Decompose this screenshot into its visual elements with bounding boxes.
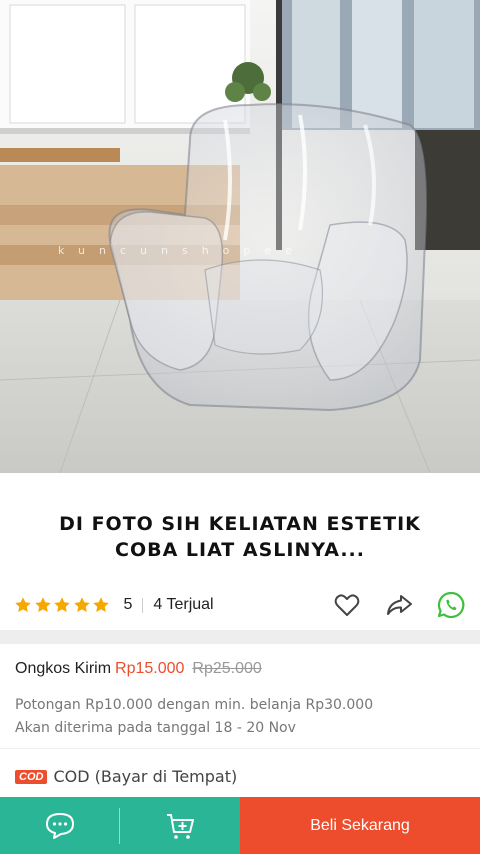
cod-badge: COD bbox=[15, 769, 48, 784]
watermark-text: kuncunshopee bbox=[58, 244, 306, 257]
product-photo-illustration bbox=[0, 0, 480, 473]
caption-line-2: COBA LIAT ASLINYA... bbox=[115, 539, 365, 561]
shipping-price: Rp15.000 bbox=[115, 660, 185, 677]
rating-stars bbox=[14, 596, 112, 614]
rating-value: 5 bbox=[123, 596, 133, 613]
star-icon bbox=[73, 597, 90, 613]
bottom-action-bar: Beli Sekarang bbox=[0, 797, 480, 854]
caption-line-1: DI FOTO SIH KELIATAN ESTETIK bbox=[59, 513, 421, 535]
rating-divider bbox=[142, 597, 144, 613]
chat-button[interactable] bbox=[0, 797, 119, 854]
shipping-old-price: Rp25.000 bbox=[192, 660, 262, 677]
shipping-section[interactable]: Ongkos Kirim Rp15.000 Rp25.000 Potongan Rp… bbox=[0, 644, 480, 748]
product-actions bbox=[332, 590, 466, 620]
star-icon bbox=[15, 597, 31, 613]
meme-caption: DI FOTO SIH KELIATAN ESTETIK COBA LIAT A… bbox=[0, 473, 480, 580]
star-icon bbox=[54, 597, 70, 613]
star-icon bbox=[34, 597, 51, 613]
divider bbox=[0, 748, 480, 749]
chat-icon bbox=[45, 812, 74, 839]
whatsapp-icon[interactable] bbox=[436, 590, 466, 620]
heart-icon[interactable] bbox=[332, 590, 362, 620]
shipping-title: Ongkos Kirim Rp15.000 Rp25.000 bbox=[15, 660, 262, 678]
shipping-discount-note: Potongan Rp10.000 dengan min. belanja Rp… bbox=[15, 697, 374, 713]
shipping-delivery-note: Akan diterima pada tanggal 18 - 20 Nov bbox=[15, 720, 296, 736]
rating-row: 5 4 Terjual bbox=[0, 580, 480, 630]
product-image[interactable]: kuncunshopee bbox=[0, 0, 480, 473]
cod-row: COD COD (Bayar di Tempat) bbox=[15, 767, 237, 786]
share-icon[interactable] bbox=[384, 590, 414, 620]
add-to-cart-button[interactable] bbox=[120, 797, 239, 854]
star-icon bbox=[93, 597, 109, 613]
sold-count: 4 Terjual bbox=[153, 596, 214, 613]
cod-label: COD (Bayar di Tempat) bbox=[53, 767, 238, 786]
buy-now-button[interactable]: Beli Sekarang bbox=[240, 797, 480, 854]
section-gap bbox=[0, 630, 480, 644]
shipping-label: Ongkos Kirim bbox=[15, 660, 112, 677]
add-to-cart-icon bbox=[166, 813, 194, 839]
bottom-left-group bbox=[0, 797, 240, 854]
